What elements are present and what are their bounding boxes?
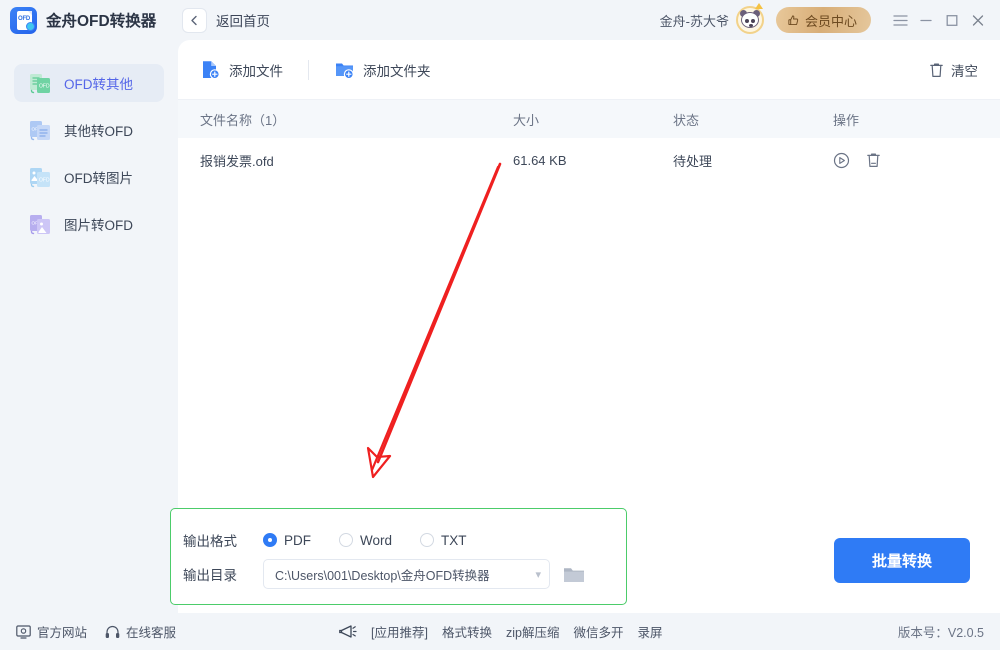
output-format-label: 输出格式 <box>183 530 253 550</box>
monitor-icon <box>16 625 31 639</box>
chevron-down-icon[interactable]: ▾ <box>535 568 541 581</box>
radio-pdf[interactable]: PDF <box>263 533 311 548</box>
sidebar-item-label: OFD转其他 <box>64 73 133 93</box>
hamburger-menu-icon[interactable] <box>887 7 913 33</box>
play-circle-icon[interactable] <box>833 152 850 169</box>
radio-word-label: Word <box>360 533 392 548</box>
online-support-label: 在线客服 <box>126 622 176 641</box>
status-bar: 官方网站 在线客服 [应用推荐] 格式转换 zip解压缩 微信多开 录屏 <box>0 613 1000 650</box>
cell-file-name: 报销发票.ofd <box>178 151 513 170</box>
sidebar-item-other-to-ofd[interactable]: OFD 其他转OFD <box>14 111 164 149</box>
output-format-options: PDF Word TXT <box>263 533 467 548</box>
header-size: 大小 <box>513 110 673 129</box>
svg-text:OFD: OFD <box>39 177 50 183</box>
batch-convert-button[interactable]: 批量转换 <box>834 538 970 583</box>
trash-icon[interactable] <box>866 152 881 168</box>
folder-icon[interactable] <box>563 565 585 584</box>
output-settings-panel: 输出格式 PDF Word TXT 输出目录 C:\Users\001\D <box>170 508 627 605</box>
cell-size: 61.64 KB <box>513 153 673 168</box>
official-website-label: 官方网站 <box>37 622 87 641</box>
sidebar-item-label: 其他转OFD <box>64 120 133 140</box>
radio-word[interactable]: Word <box>339 533 392 548</box>
sidebar-item-label: 图片转OFD <box>64 214 133 234</box>
member-center-button[interactable]: 会员中心 <box>776 7 871 33</box>
app-logo-icon: OFD <box>10 7 37 34</box>
online-support-link[interactable]: 在线客服 <box>105 622 176 641</box>
svg-text:OFD: OFD <box>39 83 50 89</box>
app-title: 金舟OFD转换器 <box>46 9 156 31</box>
promo-link-3[interactable]: 微信多开 <box>573 622 623 641</box>
megaphone-icon <box>338 623 357 640</box>
output-format-row: 输出格式 PDF Word TXT <box>183 523 626 557</box>
table-row[interactable]: 报销发票.ofd 61.64 KB 待处理 <box>178 138 1000 182</box>
close-icon[interactable] <box>965 7 991 33</box>
promo-link-2[interactable]: zip解压缩 <box>506 622 559 641</box>
radio-dot <box>339 533 353 547</box>
output-dir-row: 输出目录 C:\Users\001\Desktop\金舟OFD转换器 ▾ <box>183 557 626 591</box>
document-convert-icon: OFD <box>28 118 53 143</box>
promo-link-1[interactable]: 格式转换 <box>442 622 492 641</box>
radio-dot <box>420 533 434 547</box>
titlebar-right-group: 金舟-苏大爷 会员中心 <box>660 6 1000 34</box>
cell-status: 待处理 <box>673 151 833 170</box>
promo-links-group: [应用推荐] 格式转换 zip解压缩 微信多开 录屏 <box>338 613 662 650</box>
header-file-name: 文件名称（1） <box>178 110 513 129</box>
minimize-icon[interactable] <box>913 7 939 33</box>
username-label: 金舟-苏大爷 <box>660 11 729 30</box>
official-website-link[interactable]: 官方网站 <box>16 622 87 641</box>
sidebar-item-image-to-ofd[interactable]: OFD 图片转OFD <box>14 205 164 243</box>
radio-txt[interactable]: TXT <box>420 533 467 548</box>
output-dir-input[interactable]: C:\Users\001\Desktop\金舟OFD转换器 ▾ <box>263 559 550 589</box>
version-label: 版本号：V2.0.5 <box>898 622 984 641</box>
add-file-label: 添加文件 <box>229 60 283 80</box>
app-window: OFD 金舟OFD转换器 返回首页 金舟-苏大爷 <box>0 0 1000 650</box>
headset-icon <box>105 625 120 639</box>
header-action: 操作 <box>833 110 973 129</box>
document-image-icon: OFD <box>28 165 53 190</box>
file-toolbar: 添加文件 添加文件夹 清空 <box>178 40 1000 100</box>
maximize-icon[interactable] <box>939 7 965 33</box>
clear-list-button[interactable]: 清空 <box>929 60 978 80</box>
toolbar-divider <box>308 60 309 80</box>
file-table-header: 文件名称（1） 大小 状态 操作 <box>178 100 1000 138</box>
radio-txt-label: TXT <box>441 533 467 548</box>
member-center-label: 会员中心 <box>805 11 857 30</box>
add-folder-label: 添加文件夹 <box>363 60 431 80</box>
logo-text: OFD <box>18 16 30 22</box>
image-document-icon: OFD <box>28 212 53 237</box>
radio-pdf-label: PDF <box>284 533 311 548</box>
app-brand: OFD 金舟OFD转换器 <box>10 7 170 34</box>
promo-link-4[interactable]: 录屏 <box>637 622 662 641</box>
add-folder-icon <box>334 59 355 80</box>
sidebar-item-label: OFD转图片 <box>64 167 133 187</box>
title-bar: OFD 金舟OFD转换器 返回首页 金舟-苏大爷 <box>0 0 1000 40</box>
clear-list-label: 清空 <box>951 60 978 80</box>
add-file-icon <box>200 59 221 80</box>
promo-link-0[interactable]: [应用推荐] <box>371 622 428 641</box>
sidebar-item-ofd-to-image[interactable]: OFD OFD转图片 <box>14 158 164 196</box>
output-dir-label: 输出目录 <box>183 564 253 584</box>
header-status: 状态 <box>673 110 833 129</box>
panda-avatar[interactable] <box>736 6 764 34</box>
sidebar-item-ofd-to-other[interactable]: OFD OFD转其他 <box>14 64 164 102</box>
document-convert-icon: OFD <box>28 71 53 96</box>
cell-actions <box>833 152 973 169</box>
output-dir-value: C:\Users\001\Desktop\金舟OFD转换器 <box>275 565 531 584</box>
add-folder-button[interactable]: 添加文件夹 <box>334 59 431 80</box>
thumbs-up-icon <box>787 14 800 27</box>
back-home-group[interactable]: 返回首页 <box>182 8 270 33</box>
radio-dot <box>263 533 277 547</box>
arrow-left-icon[interactable] <box>182 8 207 33</box>
trash-icon <box>929 62 944 78</box>
sidebar: OFD OFD转其他 OFD 其他转OFD OFD <box>0 40 178 650</box>
back-home-label[interactable]: 返回首页 <box>216 10 270 30</box>
add-file-button[interactable]: 添加文件 <box>200 59 283 80</box>
